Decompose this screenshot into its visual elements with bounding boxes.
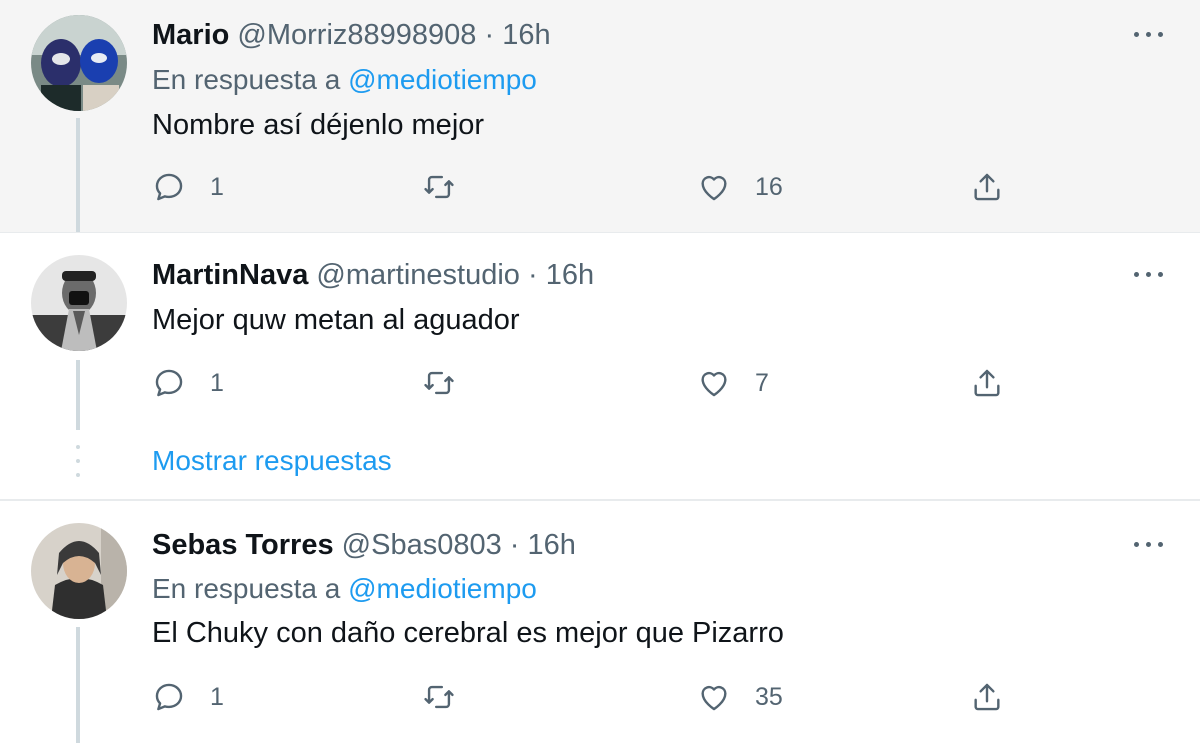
user-handle[interactable]: @Sbas0803 bbox=[342, 529, 502, 561]
share-button[interactable] bbox=[970, 363, 1004, 403]
tweet-actions: 1 7 bbox=[152, 363, 1052, 403]
reply-prefix: En respuesta a bbox=[152, 64, 341, 95]
retweet-button[interactable] bbox=[422, 363, 480, 403]
tweet-card[interactable]: Sebas Torres @Sbas0803 · 16h En respuest… bbox=[0, 501, 1200, 743]
thread-line bbox=[76, 360, 80, 430]
more-options-icon[interactable] bbox=[1132, 24, 1168, 44]
timestamp[interactable]: 16h bbox=[502, 19, 550, 51]
retweet-button[interactable] bbox=[422, 167, 480, 207]
more-options-icon[interactable] bbox=[1132, 264, 1168, 284]
thread-line bbox=[76, 627, 80, 743]
tweet-card[interactable]: MartinNava @martinestudio · 16h Mejor qu… bbox=[0, 233, 1200, 501]
thread-line bbox=[76, 118, 80, 232]
tweet-header: MartinNava @martinestudio · 16h bbox=[152, 257, 594, 293]
reply-count: 1 bbox=[210, 172, 224, 201]
tweet-actions: 1 35 bbox=[152, 677, 1052, 717]
tweet-card[interactable]: Mario @Morriz88998908 · 16h En respuesta… bbox=[0, 0, 1200, 232]
reply-button[interactable]: 1 bbox=[152, 363, 224, 403]
timestamp[interactable]: 16h bbox=[528, 529, 576, 561]
like-button[interactable]: 7 bbox=[697, 363, 769, 403]
display-name[interactable]: Sebas Torres bbox=[152, 529, 334, 561]
display-name[interactable]: MartinNava bbox=[152, 259, 308, 291]
reply-context: En respuesta a @mediotiempo bbox=[152, 571, 537, 607]
separator: · bbox=[509, 529, 520, 561]
heart-icon bbox=[701, 685, 727, 711]
reply-button[interactable]: 1 bbox=[152, 677, 224, 717]
avatar[interactable] bbox=[31, 15, 127, 111]
heart-icon bbox=[701, 371, 727, 397]
reply-icon bbox=[155, 173, 183, 201]
reply-icon bbox=[155, 683, 183, 711]
reply-button[interactable]: 1 bbox=[152, 167, 224, 207]
retweet-icon bbox=[424, 371, 454, 395]
tweet-header: Sebas Torres @Sbas0803 · 16h bbox=[152, 527, 576, 563]
share-icon bbox=[974, 369, 1000, 397]
reply-count: 1 bbox=[210, 682, 224, 711]
reply-count: 1 bbox=[210, 368, 224, 397]
like-count: 16 bbox=[755, 172, 783, 201]
share-icon bbox=[974, 683, 1000, 711]
user-handle[interactable]: @Morriz88998908 bbox=[237, 19, 476, 51]
mention-link[interactable]: @mediotiempo bbox=[348, 573, 537, 604]
thread-dots bbox=[76, 445, 80, 487]
tweet-text: Mejor quw metan al aguador bbox=[152, 304, 520, 336]
reply-context: En respuesta a @mediotiempo bbox=[152, 62, 537, 98]
avatar[interactable] bbox=[31, 255, 127, 351]
separator: · bbox=[484, 19, 495, 51]
retweet-icon bbox=[424, 175, 454, 199]
show-replies-link[interactable]: Mostrar respuestas bbox=[152, 443, 392, 479]
retweet-icon bbox=[424, 685, 454, 709]
like-count: 7 bbox=[755, 368, 769, 397]
mention-link[interactable]: @mediotiempo bbox=[348, 64, 537, 95]
share-button[interactable] bbox=[970, 677, 1004, 717]
like-button[interactable]: 35 bbox=[697, 677, 783, 717]
share-button[interactable] bbox=[970, 167, 1004, 207]
tweet-actions: 1 16 bbox=[152, 167, 1052, 207]
more-options-icon[interactable] bbox=[1132, 534, 1168, 554]
tweet-text: El Chuky con daño cerebral es mejor que … bbox=[152, 617, 784, 649]
separator: · bbox=[527, 259, 538, 291]
user-handle[interactable]: @martinestudio bbox=[316, 259, 520, 291]
retweet-button[interactable] bbox=[422, 677, 480, 717]
display-name[interactable]: Mario bbox=[152, 19, 229, 51]
reply-icon bbox=[155, 369, 183, 397]
tweet-text: Nombre así déjenlo mejor bbox=[152, 109, 485, 141]
reply-prefix: En respuesta a bbox=[152, 573, 341, 604]
tweet-header: Mario @Morriz88998908 · 16h bbox=[152, 17, 551, 53]
like-button[interactable]: 16 bbox=[697, 167, 783, 207]
like-count: 35 bbox=[755, 682, 783, 711]
heart-icon bbox=[701, 175, 727, 201]
share-icon bbox=[974, 173, 1000, 201]
avatar[interactable] bbox=[31, 523, 127, 619]
timestamp[interactable]: 16h bbox=[546, 259, 594, 291]
